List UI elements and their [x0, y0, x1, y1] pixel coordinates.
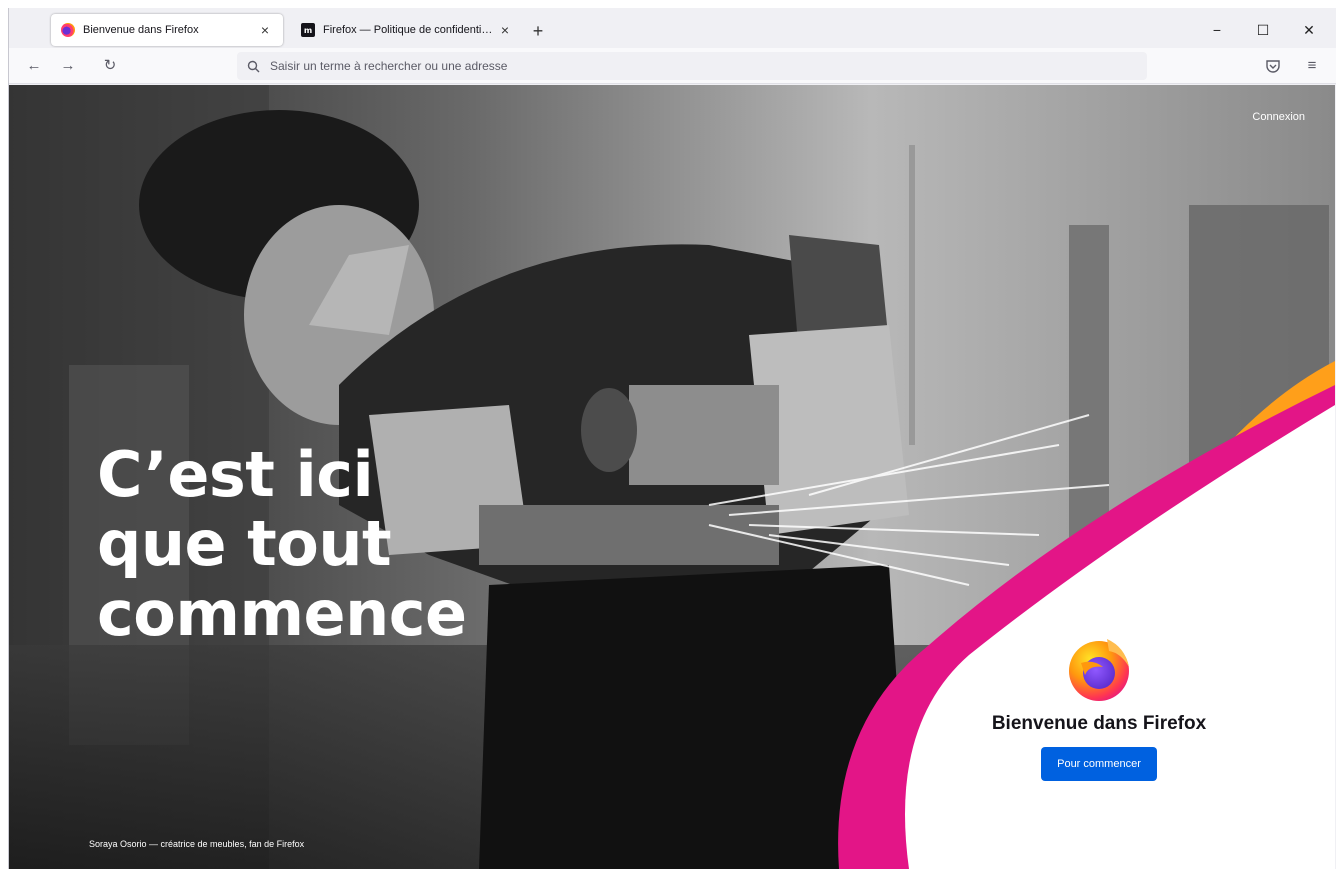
headline-line: commence	[97, 576, 467, 650]
headline-line: que tout	[97, 507, 392, 581]
maximize-button[interactable]: ☐	[1241, 18, 1285, 42]
back-button[interactable]: ←	[21, 54, 47, 78]
firefox-logo-icon	[1069, 639, 1129, 701]
mozilla-m-icon: m	[301, 23, 315, 37]
headline-line: C’est ici	[97, 438, 374, 511]
welcome-card: Bienvenue dans Firefox Pour commencer	[959, 633, 1239, 781]
menu-button[interactable]: ≡	[1299, 54, 1325, 78]
tab-close-icon[interactable]: ×	[497, 22, 513, 38]
welcome-page: Connexion C’est ici que tout commence So…	[9, 85, 1335, 869]
photo-caption: Soraya Osorio — créatrice de meubles, fa…	[89, 839, 305, 849]
tab-title: Firefox — Politique de confidentialité	[323, 24, 497, 36]
tab-welcome[interactable]: Bienvenue dans Firefox ×	[51, 14, 283, 46]
forward-button[interactable]: →	[55, 54, 81, 78]
navigation-bar: ← → ↻ ≡	[9, 48, 1336, 84]
minimize-button[interactable]: −	[1195, 18, 1239, 42]
tab-privacy-policy[interactable]: m Firefox — Politique de confidentialité…	[291, 14, 523, 46]
url-bar[interactable]	[237, 52, 1147, 80]
welcome-title: Bienvenue dans Firefox	[991, 713, 1207, 734]
url-input[interactable]	[270, 59, 1120, 73]
firefox-icon	[61, 23, 75, 37]
new-tab-button[interactable]: +	[527, 20, 549, 42]
get-started-button[interactable]: Pour commencer	[1041, 747, 1157, 781]
search-icon	[247, 60, 260, 72]
tab-title: Bienvenue dans Firefox	[83, 24, 199, 36]
browser-window: Bienvenue dans Firefox × m Firefox — Pol…	[8, 8, 1336, 869]
pocket-icon[interactable]	[1265, 59, 1281, 74]
signin-link[interactable]: Connexion	[1252, 111, 1305, 123]
tab-close-icon[interactable]: ×	[257, 22, 273, 38]
close-window-button[interactable]: ✕	[1287, 18, 1331, 42]
hero-headline: C’est ici que tout commence	[97, 438, 467, 650]
tab-strip: Bienvenue dans Firefox × m Firefox — Pol…	[9, 8, 1336, 48]
reload-button[interactable]: ↻	[97, 54, 123, 78]
